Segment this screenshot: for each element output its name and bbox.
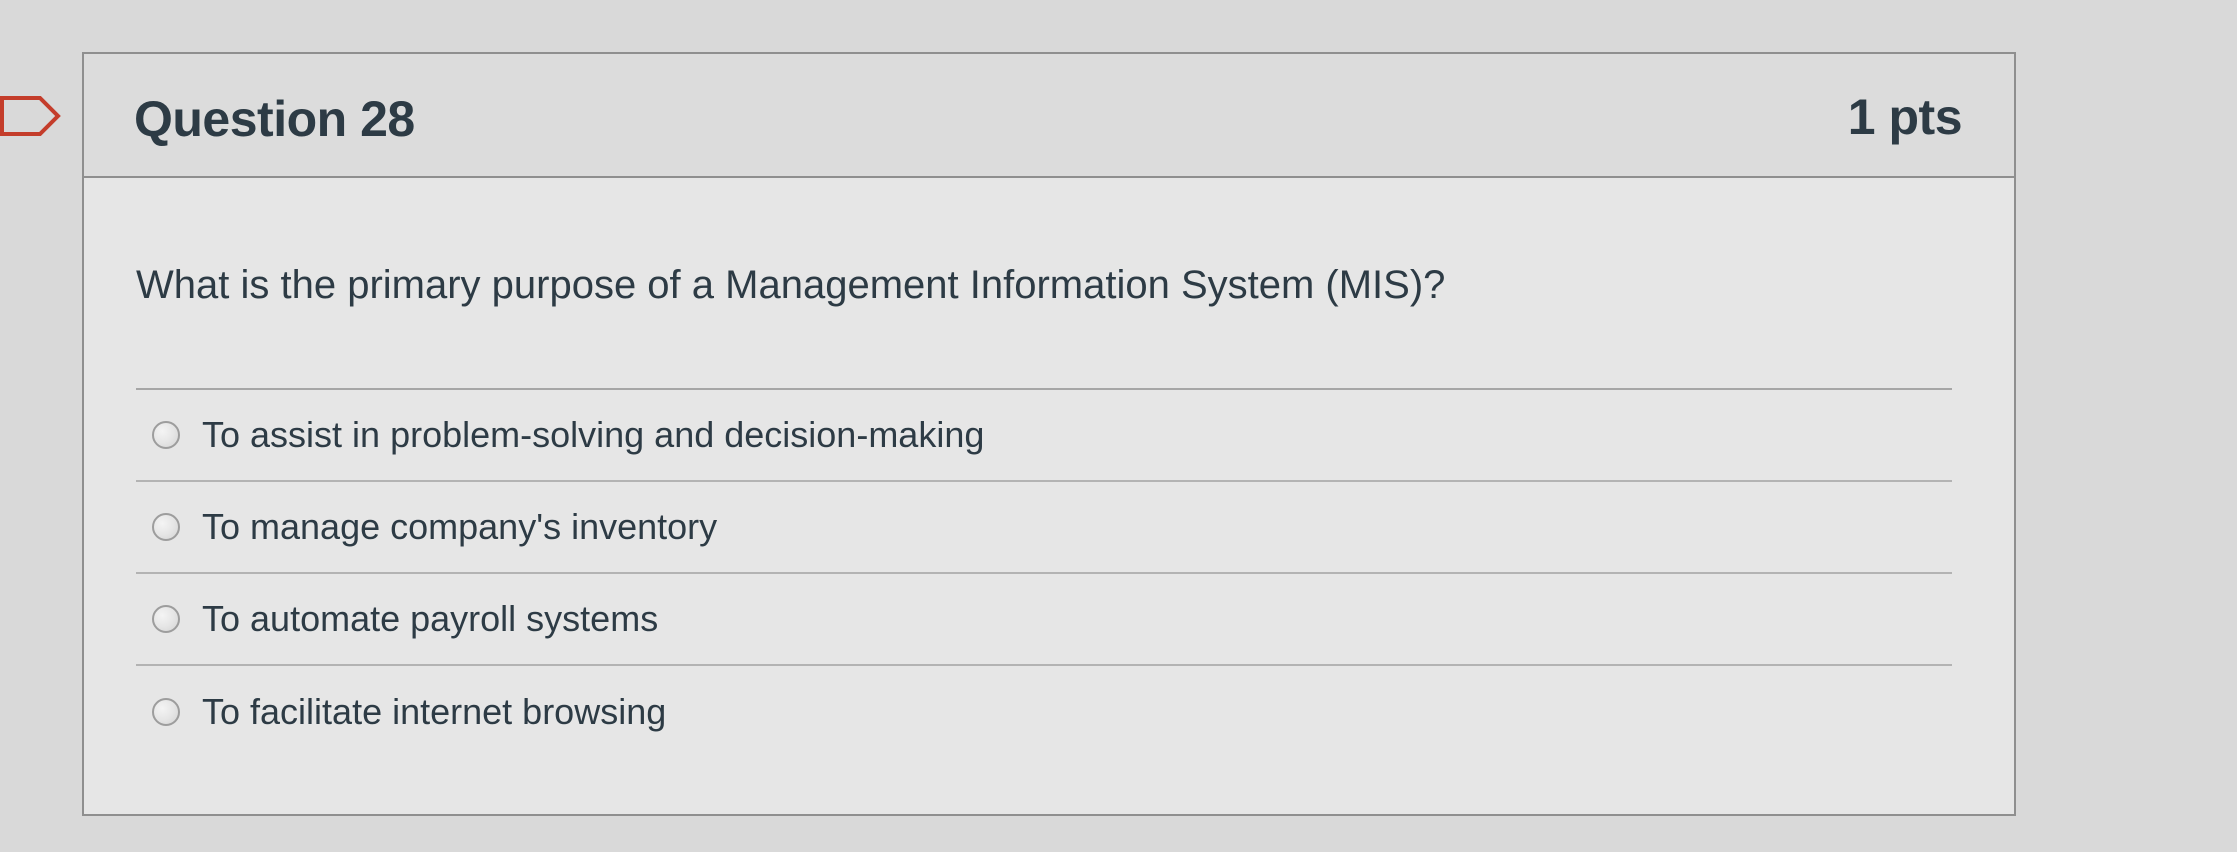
answer-label: To manage company's inventory xyxy=(202,506,718,548)
question-header: Question 28 1 pts xyxy=(84,54,2014,178)
radio-unselected-icon[interactable] xyxy=(152,421,180,449)
radio-unselected-icon[interactable] xyxy=(152,698,180,726)
answer-list: To assist in problem-solving and decisio… xyxy=(136,388,1952,758)
flag-question-icon[interactable] xyxy=(0,92,62,140)
question-body: What is the primary purpose of a Managem… xyxy=(84,178,2014,818)
question-title: Question 28 xyxy=(134,91,415,147)
answer-label: To automate payroll systems xyxy=(202,598,659,640)
question-points: 1 pts xyxy=(1847,89,1963,145)
radio-unselected-icon[interactable] xyxy=(152,605,180,633)
radio-unselected-icon[interactable] xyxy=(152,513,180,541)
answer-option-1[interactable]: To assist in problem-solving and decisio… xyxy=(136,390,1952,482)
answer-option-2[interactable]: To manage company's inventory xyxy=(136,482,1952,574)
answer-label: To assist in problem-solving and decisio… xyxy=(202,414,985,456)
answer-option-3[interactable]: To automate payroll systems xyxy=(136,574,1952,666)
answer-option-4[interactable]: To facilitate internet browsing xyxy=(136,666,1952,758)
question-card: Question 28 1 pts What is the primary pu… xyxy=(82,52,2016,816)
question-text: What is the primary purpose of a Managem… xyxy=(136,263,1446,307)
answer-label: To facilitate internet browsing xyxy=(202,691,667,733)
